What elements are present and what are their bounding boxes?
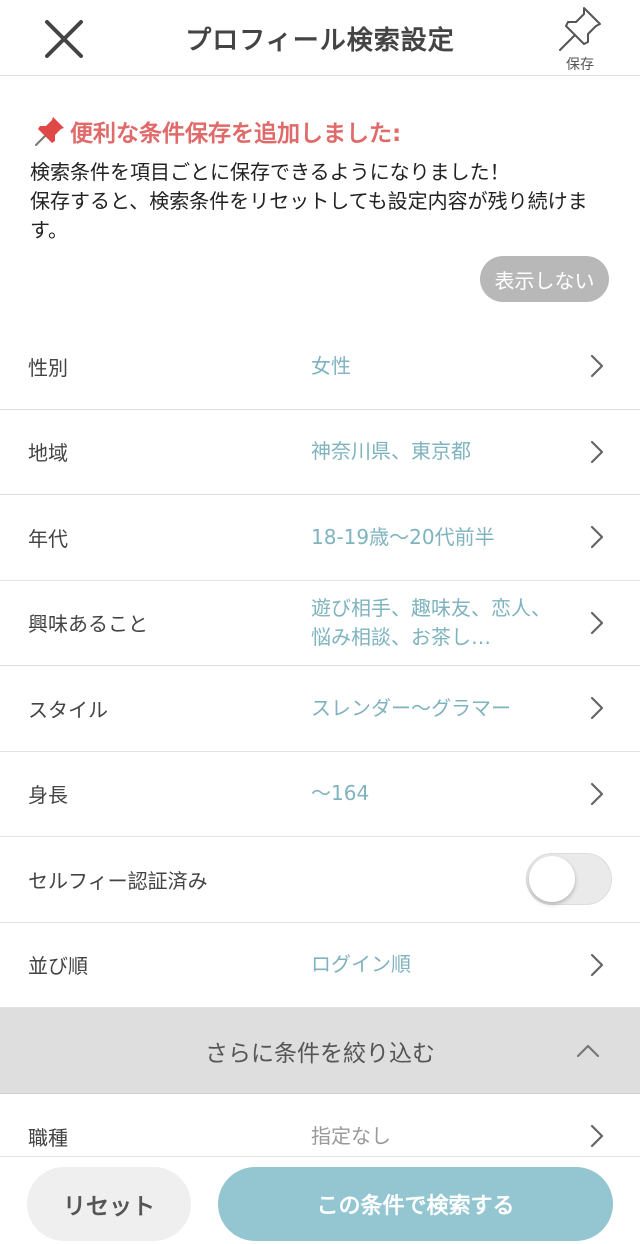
chevron-right-icon — [590, 953, 604, 976]
notice-body: 検索条件を項目ごとに保存できるようになりました！ 保存すると、検索条件をリセット… — [30, 160, 588, 242]
filter-label: 地域 — [28, 441, 68, 466]
filter-row-selfie-verified: セルフィー認証済み — [0, 837, 640, 923]
header-bar: プロフィール検索設定 保存 — [0, 0, 640, 76]
chevron-right-icon — [590, 355, 604, 378]
filter-value: 指定なし — [311, 1123, 391, 1148]
selfie-verified-toggle[interactable] — [526, 853, 612, 906]
filter-value: 18-19歳〜20代前半 — [311, 524, 495, 549]
more-filters-label: さらに条件を絞り込む — [205, 1040, 435, 1067]
filter-label: 興味あること — [28, 612, 148, 637]
pushpin-icon — [559, 7, 601, 51]
toggle-knob — [529, 856, 575, 903]
filter-value: 遊び相手、趣味友、恋人、悩み相談、お茶し… — [311, 595, 551, 649]
chevron-right-icon — [590, 611, 604, 634]
filter-label: 並び順 — [28, 954, 88, 979]
chevron-right-icon — [590, 1125, 604, 1148]
filter-label: 年代 — [28, 526, 68, 551]
filter-row-height[interactable]: 身長 〜164 — [0, 752, 640, 837]
filter-row-gender[interactable]: 性別 女性 — [0, 324, 640, 410]
filter-value: 〜164 — [311, 781, 370, 806]
chevron-right-icon — [590, 526, 604, 549]
filter-row-sort-order[interactable]: 並び順 ログイン順 — [0, 923, 640, 1008]
chevron-right-icon — [590, 697, 604, 720]
filter-row-age[interactable]: 年代 18-19歳〜20代前半 — [0, 495, 640, 581]
filter-value: スレンダー〜グラマー — [311, 695, 511, 720]
filter-label: スタイル — [28, 697, 108, 722]
chevron-up-icon — [576, 1044, 600, 1057]
filter-value: 女性 — [311, 353, 351, 378]
hide-notice-button[interactable]: 表示しない — [480, 256, 609, 302]
filter-value: ログイン順 — [311, 952, 411, 977]
footer-bar: リセット この条件で検索する — [0, 1156, 640, 1244]
filter-label: セルフィー認証済み — [28, 868, 208, 893]
reset-button[interactable]: リセット — [27, 1167, 191, 1241]
filter-list: 性別 女性 地域 神奈川県、東京都 年代 18-19歳〜20代前半 興味あること… — [0, 324, 640, 1180]
filter-row-interests[interactable]: 興味あること 遊び相手、趣味友、恋人、悩み相談、お茶し… — [0, 581, 640, 666]
filter-label: 性別 — [28, 355, 68, 380]
search-button[interactable]: この条件で検索する — [218, 1167, 613, 1241]
chevron-right-icon — [590, 440, 604, 463]
chevron-right-icon — [590, 782, 604, 805]
page-title: プロフィール検索設定 — [185, 26, 455, 56]
more-filters-toggle[interactable]: さらに条件を絞り込む — [0, 1008, 640, 1094]
filter-row-region[interactable]: 地域 神奈川県、東京都 — [0, 410, 640, 495]
red-pushpin-icon — [35, 117, 64, 146]
filter-label: 身長 — [28, 783, 68, 808]
feature-notice: 便利な条件保存を追加しました: 検索条件を項目ごとに保存できるようになりました！… — [0, 110, 640, 322]
save-label: 保存 — [566, 57, 594, 73]
notice-title-text: 便利な条件保存を追加しました: — [70, 121, 402, 147]
filter-label: 職種 — [28, 1125, 68, 1150]
save-button[interactable]: 保存 — [550, 4, 610, 74]
filter-row-style[interactable]: スタイル スレンダー〜グラマー — [0, 666, 640, 752]
filter-value: 神奈川県、東京都 — [311, 439, 471, 464]
notice-title: 便利な条件保存を追加しました: — [34, 114, 401, 148]
